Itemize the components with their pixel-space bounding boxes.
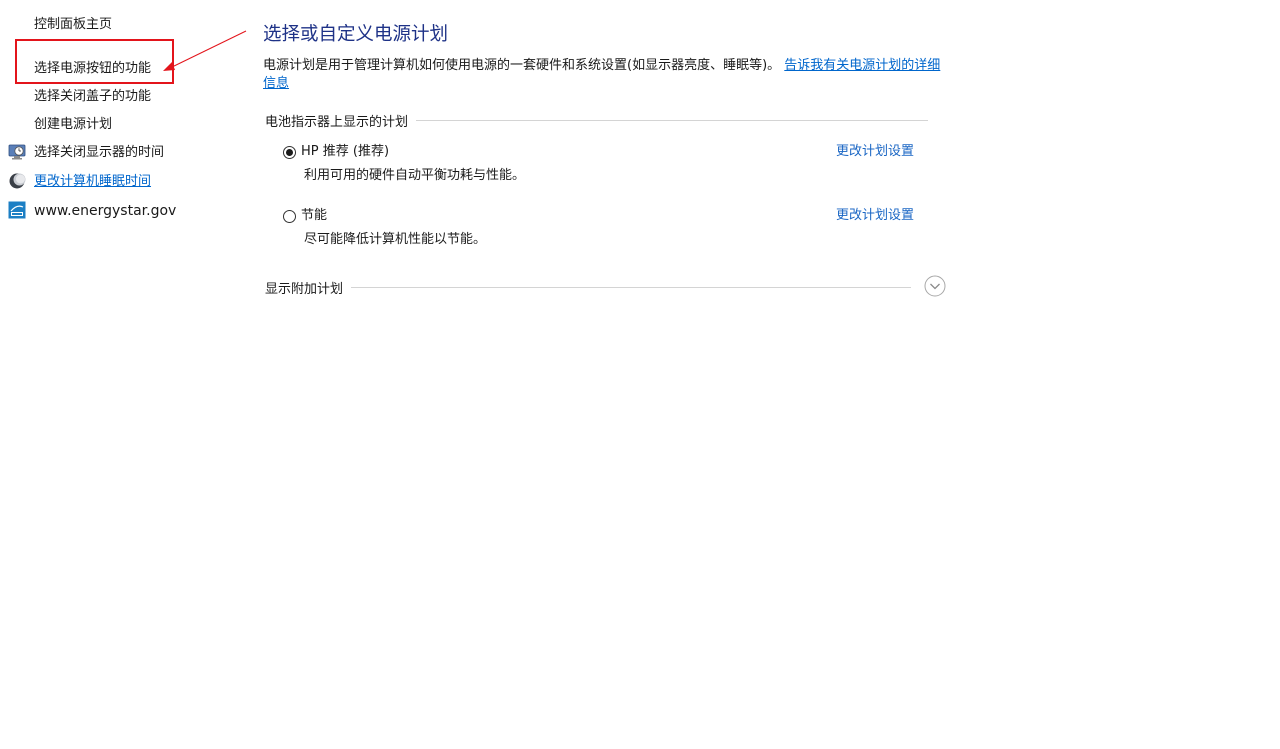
section-divider [416,119,929,121]
page-title: 选择或自定义电源计划 [263,24,449,45]
display-clock-icon [8,144,26,160]
expand-chevron-icon[interactable] [924,275,946,297]
section-divider [351,286,912,288]
sidebar-item-energystar-link[interactable]: www.energystar.gov [34,202,176,220]
sidebar: 控制面板主页 选择电源按钮的功能 选择关闭盖子的功能 创建电源计划 选择关闭显示… [0,0,247,749]
description-text: 电源计划是用于管理计算机如何使用电源的一套硬件和系统设置(如显示器亮度、睡眠等)… [263,58,781,73]
sidebar-item-power-button[interactable]: 选择电源按钮的功能 [34,60,151,78]
plan-name-hp-recommended[interactable]: HP 推荐 (推荐) [301,143,389,161]
energy-star-icon [8,201,26,219]
power-options-window: 控制面板主页 选择电源按钮的功能 选择关闭盖子的功能 创建电源计划 选择关闭显示… [0,0,1280,749]
sidebar-item-create-plan[interactable]: 创建电源计划 [34,116,112,134]
moon-sleep-icon [9,173,26,189]
battery-plans-section-header: 电池指示器上显示的计划 [265,110,929,130]
sidebar-item-lid-close[interactable]: 选择关闭盖子的功能 [34,88,151,106]
sidebar-item-sleep-time[interactable]: 更改计算机睡眠时间 [34,173,151,191]
change-plan-settings-link-2[interactable]: 更改计划设置 [836,207,914,225]
plan-desc-power-saver: 尽可能降低计算机性能以节能。 [304,232,487,247]
plan-radio-power-saver[interactable] [283,210,296,223]
plan-radio-hp-recommended[interactable] [283,146,296,159]
additional-plans-section-header: 显示附加计划 [265,277,912,297]
plan-desc-hp-recommended: 利用可用的硬件自动平衡功耗与性能。 [304,168,526,183]
control-panel-home-link[interactable]: 控制面板主页 [34,16,112,34]
page-description: 电源计划是用于管理计算机如何使用电源的一套硬件和系统设置(如显示器亮度、睡眠等)… [263,57,953,93]
sidebar-item-display-off-time[interactable]: 选择关闭显示器的时间 [34,144,164,162]
additional-plans-label[interactable]: 显示附加计划 [265,278,343,297]
plan-name-power-saver[interactable]: 节能 [301,207,327,225]
change-plan-settings-link-1[interactable]: 更改计划设置 [836,143,914,161]
battery-plans-section-label: 电池指示器上显示的计划 [265,114,409,130]
